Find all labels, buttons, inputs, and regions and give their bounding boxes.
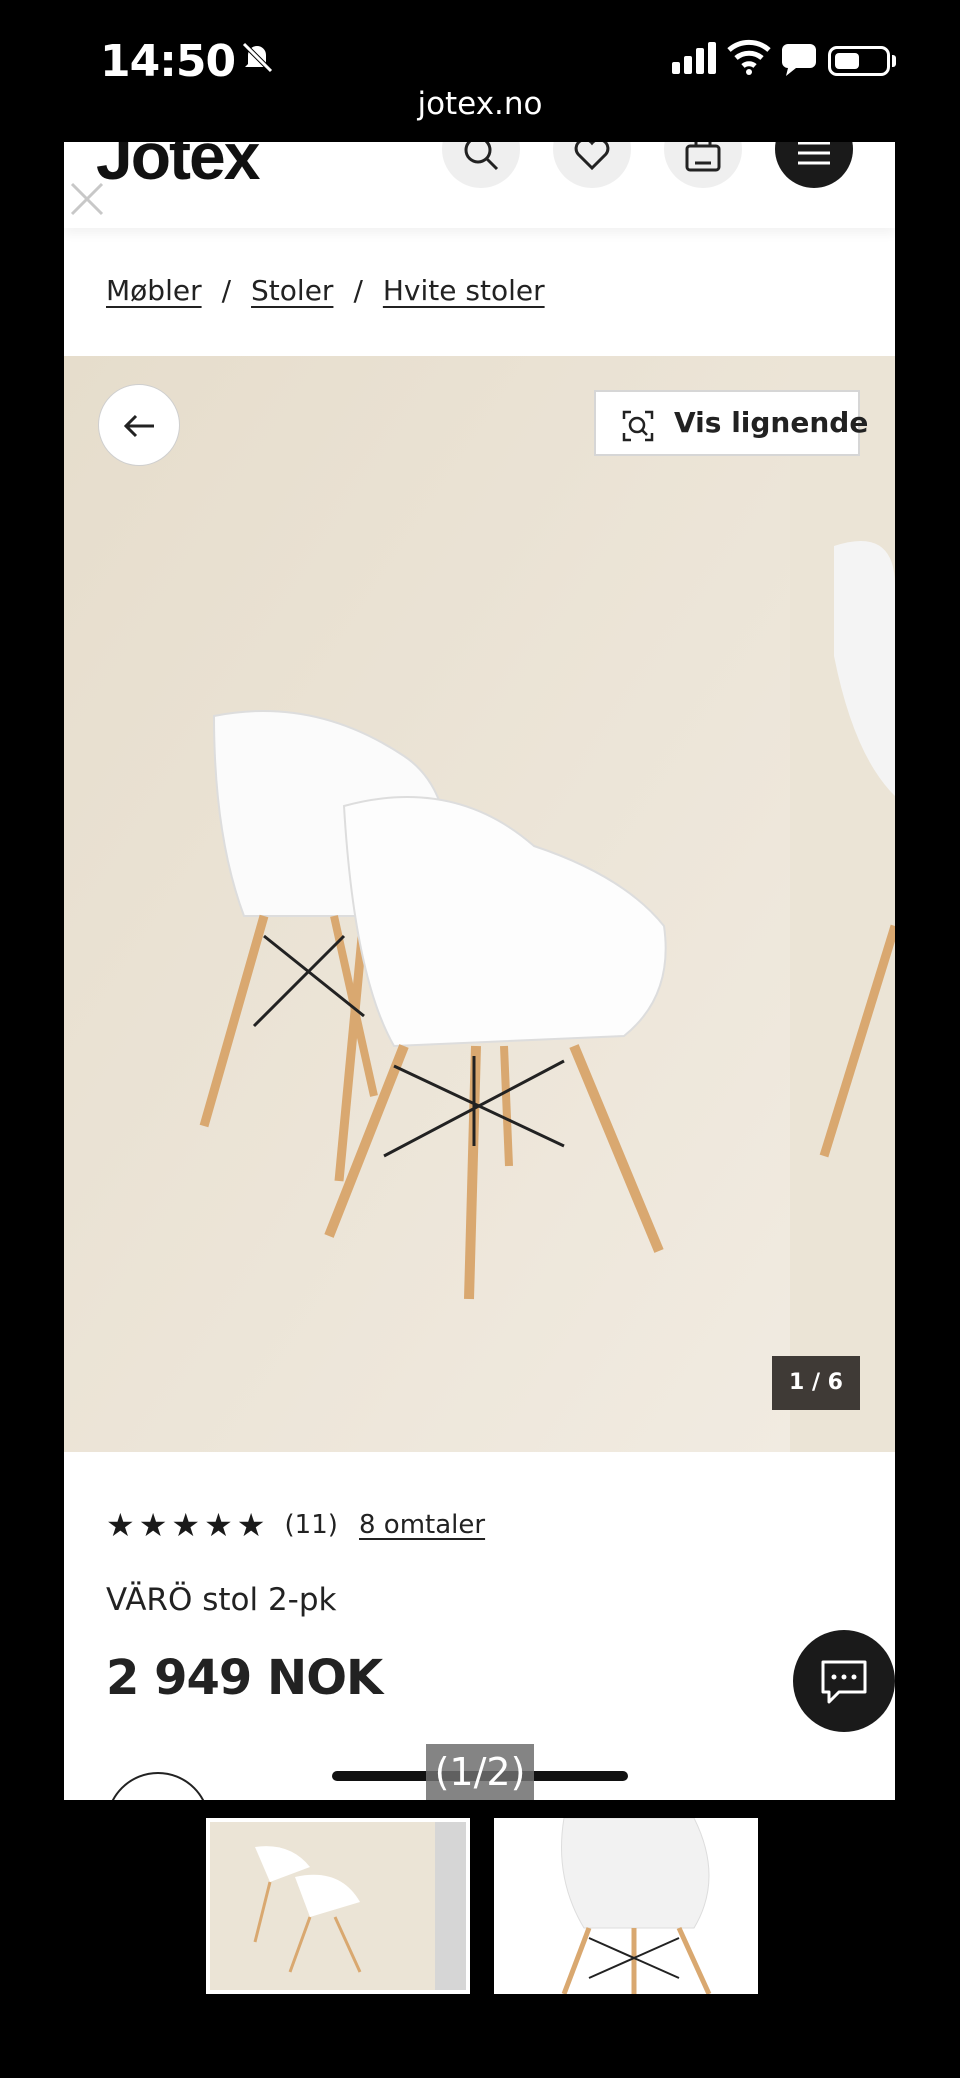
thumbnail-1[interactable] — [206, 1818, 470, 1994]
message-status-icon — [782, 44, 816, 76]
jotex-logo[interactable]: Jotex — [96, 142, 260, 194]
thumbnail-image — [210, 1822, 466, 1990]
show-similar-button[interactable]: Vis lignende — [594, 390, 868, 456]
close-icon[interactable] — [68, 180, 106, 218]
rating-count: (11) — [284, 1510, 338, 1540]
search-button[interactable] — [442, 142, 520, 188]
back-button[interactable] — [98, 384, 180, 466]
thumbnail-image — [494, 1818, 758, 1994]
wishlist-button[interactable] — [553, 142, 631, 188]
breadcrumb-mobler[interactable]: Møbler — [106, 274, 202, 307]
thumbnail-2[interactable] — [494, 1818, 758, 1994]
hamburger-menu-icon — [798, 142, 830, 165]
screenshot-page-indicator: (1/2) — [426, 1744, 534, 1800]
product-image-gallery[interactable]: Vis lignende 1 / 6 — [64, 356, 895, 1452]
product-page: Jotex Møbler / Stoler / Hvite stoler Vis… — [64, 142, 895, 1800]
shopping-bag-icon — [685, 142, 721, 172]
rating-row: ★★★★★ (11) 8 omtaler — [106, 1506, 485, 1550]
breadcrumb-stoler[interactable]: Stoler — [251, 274, 333, 307]
breadcrumb-separator: / — [221, 274, 232, 307]
breadcrumb-hvite-stoler[interactable]: Hvite stoler — [383, 274, 545, 307]
status-time: 14:50 — [100, 36, 236, 87]
product-price: 2 949 NOK — [106, 1650, 383, 1706]
battery-tip — [892, 55, 896, 67]
breadcrumb-separator: / — [353, 274, 363, 307]
site-header: Jotex — [64, 142, 895, 228]
signal-icon — [672, 42, 720, 74]
breadcrumb: Møbler / Stoler / Hvite stoler — [106, 274, 545, 307]
heart-icon — [574, 142, 610, 171]
product-image-chairs — [64, 356, 895, 1452]
reviews-link[interactable]: 8 omtaler — [359, 1510, 485, 1540]
chat-button[interactable] — [793, 1630, 895, 1732]
url-label[interactable]: jotex.no — [0, 86, 960, 122]
star-rating: ★★★★★ — [106, 1506, 270, 1544]
battery-icon — [828, 46, 890, 76]
partial-button[interactable] — [106, 1772, 210, 1800]
product-name: VÄRÖ stol 2-pk — [106, 1582, 337, 1618]
status-bar: 14:50 jotex.no — [0, 0, 960, 140]
bell-muted-icon — [242, 42, 273, 73]
visual-search-icon — [622, 410, 654, 442]
image-counter: 1 / 6 — [772, 1356, 860, 1410]
next-slide-preview[interactable] — [790, 356, 895, 1452]
chat-bubble-icon — [821, 1660, 867, 1704]
cart-button[interactable] — [664, 142, 742, 188]
arrow-left-icon — [123, 414, 154, 438]
menu-button[interactable] — [775, 142, 853, 188]
search-icon — [464, 142, 499, 171]
wifi-icon — [727, 39, 771, 75]
show-similar-label: Vis lignende — [674, 406, 869, 439]
